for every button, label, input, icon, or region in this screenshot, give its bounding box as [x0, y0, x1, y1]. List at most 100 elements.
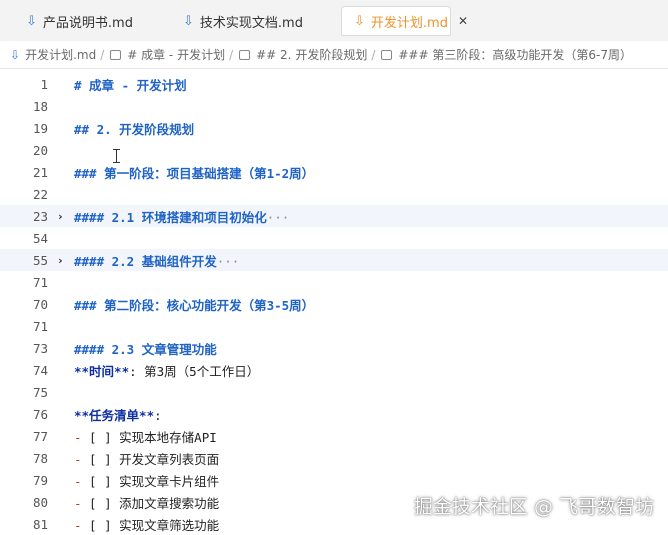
file-down-icon: ⇩	[183, 13, 194, 29]
breadcrumb-separator: /	[229, 47, 234, 62]
fold-chevron-icon[interactable]: ›	[57, 254, 64, 267]
editor-line[interactable]: 70 ### 第二阶段：核心功能开发（第3-5周）	[0, 293, 668, 315]
code-editor[interactable]: 1 # 成章 - 开发计划 18 19 ## 2. 开发阶段规划 20 21 ### 第一阶段…	[0, 73, 668, 533]
breadcrumb-separator: /	[100, 47, 105, 62]
tab-bar: ⇩ 产品说明书.md ⇩ 技术实现文档.md ⇩ 开发计划.md ✕	[0, 0, 668, 41]
line-content: - [ ] 实现文章筛选功能	[74, 515, 219, 534]
fold-ellipsis: ···	[266, 209, 290, 225]
heading-icon	[381, 49, 393, 60]
line-number: 19	[32, 120, 48, 136]
line-number: 55	[32, 252, 48, 268]
checkbox-syntax: [ ]	[81, 495, 120, 511]
file-down-icon: ⇩	[354, 13, 365, 29]
bold-text: **时间**	[74, 363, 130, 379]
editor-line[interactable]: 22	[0, 183, 668, 205]
editor-line[interactable]: 75	[0, 381, 668, 403]
list-marker: -	[74, 473, 82, 489]
editor-line[interactable]: 1 # 成章 - 开发计划	[0, 73, 668, 95]
heading-text: #### 2.3 文章管理功能	[74, 341, 217, 357]
tab-dev-plan[interactable]: ⇩ 开发计划.md ✕	[341, 6, 468, 36]
line-number: 75	[32, 384, 48, 400]
line-content: - [ ] 实现文章卡片组件	[74, 471, 219, 490]
heading-text: ### 第二阶段：核心功能开发（第3-5周）	[74, 297, 315, 313]
line-number: 76	[32, 406, 48, 422]
task-text: 实现文章卡片组件	[119, 473, 220, 489]
line-number: 79	[32, 472, 48, 488]
line-number: 18	[32, 98, 48, 114]
tab-label: 开发计划.md	[370, 15, 448, 31]
checkbox-syntax: [ ]	[81, 517, 120, 533]
breadcrumb-separator: /	[371, 47, 376, 62]
fold-chevron-icon[interactable]: ›	[57, 210, 64, 223]
editor-line[interactable]: 18	[0, 95, 668, 117]
editor-line[interactable]: 78 - [ ] 开发文章列表页面	[0, 447, 668, 469]
bold-text: **任务清单**	[74, 407, 155, 423]
line-number: 21	[32, 164, 48, 180]
plain-text: :	[154, 407, 162, 423]
line-number: 71	[32, 274, 48, 290]
line-content: ### 第二阶段：核心功能开发（第3-5周）	[74, 295, 314, 314]
list-marker: -	[74, 495, 82, 511]
line-content: ## 2. 开发阶段规划	[74, 119, 194, 138]
line-content: ### 第一阶段：项目基础搭建（第1-2周）	[74, 163, 314, 182]
editor-line[interactable]: 77 - [ ] 实现本地存储API	[0, 425, 668, 447]
close-icon[interactable]: ✕	[458, 13, 468, 29]
line-number: 20	[32, 142, 48, 158]
breadcrumb-item-file[interactable]: ⇩ 开发计划.md	[10, 46, 96, 63]
line-content: #### 2.1 环境搭建和项目初始化···	[74, 207, 289, 226]
line-content: #### 2.3 文章管理功能	[74, 339, 217, 358]
line-number: 77	[32, 428, 48, 444]
file-down-icon: ⇩	[10, 47, 21, 62]
heading-text: # 成章 - 开发计划	[74, 77, 187, 93]
editor-line[interactable]: 21 ### 第一阶段：项目基础搭建（第1-2周）	[0, 161, 668, 183]
line-number: 73	[32, 340, 48, 356]
breadcrumb-item-h1[interactable]: # 成章 - 开发计划	[110, 46, 225, 63]
editor-line[interactable]: 73 #### 2.3 文章管理功能	[0, 337, 668, 359]
line-number: 23	[32, 208, 48, 224]
line-number: 74	[32, 362, 48, 378]
editor-line[interactable]: 19 ## 2. 开发阶段规划	[0, 117, 668, 139]
checkbox-syntax: [ ]	[81, 429, 120, 445]
breadcrumb: ⇩ 开发计划.md / # 成章 - 开发计划 / ## 2. 开发阶段规划 /…	[0, 41, 668, 69]
line-number: 81	[32, 516, 48, 532]
tab-label: 产品说明书.md	[42, 15, 133, 31]
heading-icon	[239, 49, 251, 60]
tab-tech-doc[interactable]: ⇩ 技术实现文档.md	[183, 6, 303, 36]
line-content: - [ ] 实现本地存储API	[74, 427, 217, 446]
task-text: 实现文章筛选功能	[119, 517, 220, 533]
heading-text: #### 2.1 环境搭建和项目初始化	[74, 209, 267, 225]
line-content: #### 2.2 基础组件开发···	[74, 251, 239, 270]
line-content: **时间**: 第3周（5个工作日）	[74, 361, 259, 380]
list-marker: -	[74, 429, 82, 445]
tab-product-manual[interactable]: ⇩ 产品说明书.md	[26, 6, 133, 36]
line-content: - [ ] 开发文章列表页面	[74, 449, 219, 468]
task-text: 实现本地存储API	[119, 429, 217, 445]
editor-line[interactable]: 79 - [ ] 实现文章卡片组件	[0, 469, 668, 491]
breadcrumb-item-h3[interactable]: ### 第三阶段：高级功能开发（第6-7周）	[381, 46, 632, 63]
tab-label: 技术实现文档.md	[199, 15, 303, 31]
task-text: 开发文章列表页面	[119, 451, 220, 467]
checkbox-syntax: [ ]	[81, 473, 120, 489]
line-number: 70	[32, 296, 48, 312]
watermark: 掘金技术社区 @ 飞哥数智坊	[413, 496, 654, 518]
editor-line[interactable]: 55 › #### 2.2 基础组件开发···	[0, 249, 668, 271]
line-number: 71	[32, 318, 48, 334]
breadcrumb-item-h2[interactable]: ## 2. 开发阶段规划	[239, 46, 367, 63]
line-number: 1	[40, 76, 48, 92]
editor-line[interactable]: 76 **任务清单**:	[0, 403, 668, 425]
plain-text: : 第3周（5个工作日）	[129, 363, 260, 379]
heading-text: ## 2. 开发阶段规划	[74, 121, 195, 137]
file-down-icon: ⇩	[26, 13, 37, 29]
editor-line[interactable]: 54	[0, 227, 668, 249]
fold-ellipsis: ···	[216, 253, 240, 269]
editor-line[interactable]: 20	[0, 139, 668, 161]
editor-line[interactable]: 71	[0, 271, 668, 293]
list-marker: -	[74, 451, 82, 467]
list-marker: -	[74, 517, 82, 533]
line-number: 22	[32, 186, 48, 202]
editor-line[interactable]: 71	[0, 315, 668, 337]
line-number: 80	[32, 494, 48, 510]
editor-line[interactable]: 23 › #### 2.1 环境搭建和项目初始化···	[0, 205, 668, 227]
line-number: 78	[32, 450, 48, 466]
editor-line[interactable]: 74 **时间**: 第3周（5个工作日）	[0, 359, 668, 381]
